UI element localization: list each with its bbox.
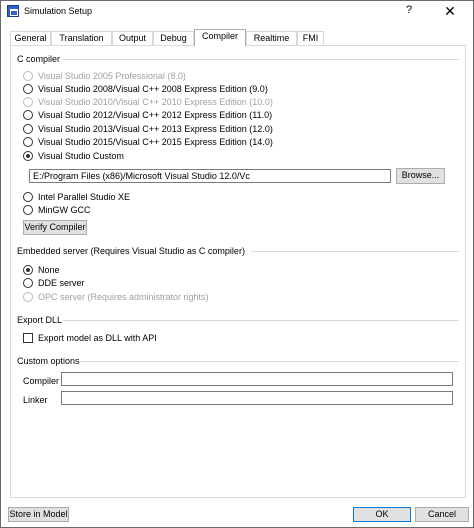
simulation-setup-dialog: Simulation Setup ? ✕ General Translation…	[0, 0, 474, 528]
radio-label: Visual Studio 2010/Visual C++ 2010 Expre…	[38, 97, 273, 107]
radio-opc-server[interactable]: OPC server (Requires administrator right…	[23, 291, 209, 303]
radio-label: MinGW GCC	[38, 205, 91, 215]
title-bar: Simulation Setup ? ✕	[1, 1, 473, 23]
radio-label: None	[38, 265, 60, 275]
compiler-options-input[interactable]	[61, 372, 453, 386]
radio-label: Visual Studio 2008/Visual C++ 2008 Expre…	[38, 84, 268, 94]
export-dll-group-label: Export DLL	[17, 315, 63, 325]
radio-dde-server[interactable]: DDE server	[23, 277, 85, 289]
radio-intel[interactable]: Intel Parallel Studio XE	[23, 191, 130, 203]
radio-button[interactable]	[23, 124, 33, 134]
radio-button[interactable]	[23, 192, 33, 202]
export-dll-checkbox-row[interactable]: Export model as DLL with API	[23, 332, 157, 344]
embedded-server-group-label: Embedded server (Requires Visual Studio …	[17, 246, 245, 256]
radio-button[interactable]	[23, 205, 33, 215]
window-title: Simulation Setup	[24, 6, 93, 16]
export-dll-divider	[63, 320, 459, 321]
compiler-field-label: Compiler	[23, 376, 60, 386]
radio-button[interactable]	[23, 84, 33, 94]
radio-label: Visual Studio 2013/Visual C++ 2013 Expre…	[38, 124, 273, 134]
checkbox-label: Export model as DLL with API	[38, 333, 157, 343]
custom-compiler-path-input[interactable]: E:/Program Files (x86)/Microsoft Visual …	[29, 169, 391, 183]
tab-fmi[interactable]: FMI	[297, 31, 324, 45]
tab-general[interactable]: General	[10, 31, 51, 45]
browse-button[interactable]: Browse...	[396, 168, 445, 184]
radio-button[interactable]	[23, 71, 33, 81]
tab-output[interactable]: Output	[112, 31, 153, 45]
radio-button[interactable]	[23, 151, 33, 161]
radio-vs2010[interactable]: Visual Studio 2010/Visual C++ 2010 Expre…	[23, 96, 273, 108]
radio-label: Intel Parallel Studio XE	[38, 192, 131, 202]
radio-label: OPC server (Requires administrator right…	[38, 292, 209, 302]
tab-translation[interactable]: Translation	[51, 31, 112, 45]
radio-label: Visual Studio 2015/Visual C++ 2015 Expre…	[38, 137, 273, 147]
ok-button[interactable]: OK	[353, 507, 411, 522]
radio-vs2015[interactable]: Visual Studio 2015/Visual C++ 2015 Expre…	[23, 136, 273, 148]
radio-vs2012[interactable]: Visual Studio 2012/Visual C++ 2012 Expre…	[23, 109, 272, 121]
radio-label: Visual Studio 2005 Professional (8.0)	[38, 71, 186, 81]
custom-options-divider	[79, 361, 459, 362]
tab-compiler[interactable]: Compiler	[194, 29, 246, 46]
verify-compiler-button[interactable]: Verify Compiler	[23, 220, 87, 235]
radio-button[interactable]	[23, 265, 33, 275]
radio-button[interactable]	[23, 292, 33, 302]
tab-realtime[interactable]: Realtime	[246, 31, 297, 45]
cancel-button[interactable]: Cancel	[415, 507, 469, 522]
c-compiler-group-label: C compiler	[17, 54, 61, 64]
app-icon	[7, 5, 19, 17]
radio-button[interactable]	[23, 137, 33, 147]
radio-vs2008[interactable]: Visual Studio 2008/Visual C++ 2008 Expre…	[23, 83, 268, 95]
radio-button[interactable]	[23, 110, 33, 120]
export-dll-checkbox[interactable]	[23, 333, 33, 343]
radio-label: DDE server	[38, 278, 85, 288]
radio-label: Visual Studio 2012/Visual C++ 2012 Expre…	[38, 110, 273, 120]
linker-options-input[interactable]	[61, 391, 453, 405]
radio-button[interactable]	[23, 97, 33, 107]
radio-vs-custom[interactable]: Visual Studio Custom	[23, 150, 124, 162]
radio-embedded-none[interactable]: None	[23, 264, 60, 276]
close-button[interactable]: ✕	[431, 2, 469, 20]
store-in-model-button[interactable]: Store in Model	[8, 507, 69, 522]
linker-field-label: Linker	[23, 395, 48, 405]
radio-label: Visual Studio Custom	[38, 151, 124, 161]
radio-vs2013[interactable]: Visual Studio 2013/Visual C++ 2013 Expre…	[23, 123, 273, 135]
tab-debug[interactable]: Debug	[153, 31, 194, 45]
radio-button[interactable]	[23, 278, 33, 288]
help-button[interactable]: ?	[394, 4, 424, 20]
embedded-server-divider	[251, 251, 459, 252]
c-compiler-divider	[63, 59, 459, 60]
radio-mingw[interactable]: MinGW GCC	[23, 204, 91, 216]
radio-vs2005[interactable]: Visual Studio 2005 Professional (8.0)	[23, 70, 186, 82]
custom-options-group-label: Custom options	[17, 356, 80, 366]
